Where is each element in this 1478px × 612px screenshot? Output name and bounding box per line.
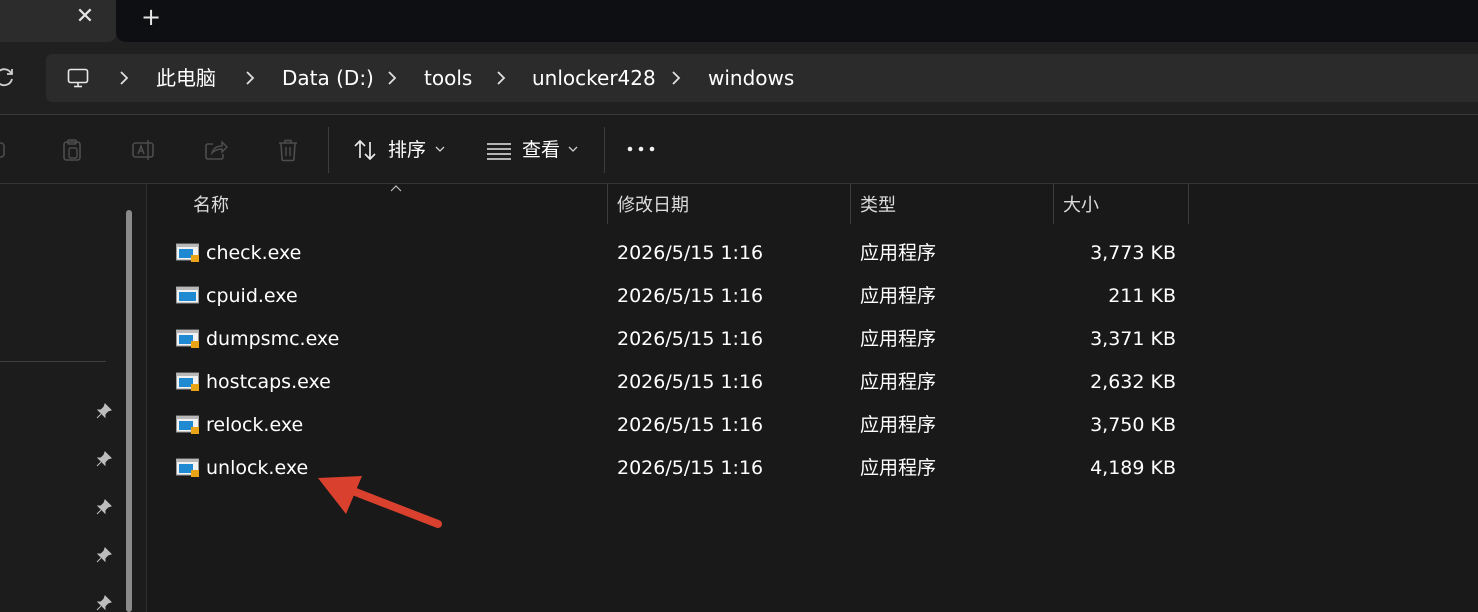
toolbar-separator (604, 127, 605, 173)
file-name: unlock.exe (206, 457, 309, 479)
file-name: cpuid.exe (206, 285, 298, 307)
close-tab-icon[interactable]: ✕ (72, 4, 98, 30)
column-header-modified[interactable]: 修改日期 (617, 194, 689, 218)
file-size: 3,750 KB (1090, 414, 1176, 436)
exe-file-icon (176, 415, 199, 434)
column-divider[interactable] (1053, 184, 1054, 224)
file-name: relock.exe (206, 414, 304, 436)
file-row[interactable]: hostcaps.exe 2026/5/15 1:16 应用程序 2,632 K… (148, 362, 1188, 402)
chevron-right-icon[interactable] (118, 68, 130, 88)
chevron-down-icon (568, 146, 578, 152)
copy-icon[interactable] (0, 137, 12, 163)
file-size: 2,632 KB (1090, 371, 1176, 393)
column-header-size[interactable]: 大小 (1063, 194, 1099, 218)
file-modified: 2026/5/15 1:16 (617, 242, 764, 264)
file-modified: 2026/5/15 1:16 (617, 328, 764, 350)
more-options-icon[interactable] (626, 145, 656, 153)
breadcrumb-windows[interactable]: windows (708, 66, 794, 90)
pin-icon[interactable] (95, 450, 113, 468)
chevron-right-icon[interactable] (244, 68, 256, 88)
exe-file-icon (176, 286, 199, 304)
navigation-pane (0, 184, 147, 612)
exe-file-icon (176, 372, 199, 391)
chevron-right-icon[interactable] (386, 68, 398, 88)
file-row[interactable]: dumpsmc.exe 2026/5/15 1:16 应用程序 3,371 KB (148, 319, 1188, 359)
file-row[interactable]: cpuid.exe 2026/5/15 1:16 应用程序 211 KB (148, 276, 1188, 316)
column-divider[interactable] (850, 184, 851, 224)
tab-bar: ✕ + (0, 0, 1478, 42)
breadcrumb-tools[interactable]: tools (424, 66, 472, 90)
file-row[interactable]: unlock.exe 2026/5/15 1:16 应用程序 4,189 KB (148, 448, 1188, 488)
sort-icon (354, 139, 376, 161)
new-tab-button[interactable]: + (138, 4, 164, 30)
file-row[interactable]: check.exe 2026/5/15 1:16 应用程序 3,773 KB (148, 233, 1188, 273)
chevron-right-icon[interactable] (495, 68, 507, 88)
column-divider[interactable] (607, 184, 608, 224)
share-icon[interactable] (203, 137, 229, 163)
breadcrumb-unlocker428[interactable]: unlocker428 (532, 66, 656, 90)
breadcrumb-data-drive[interactable]: Data (D:) (282, 66, 374, 90)
column-divider[interactable] (1188, 184, 1189, 224)
paste-icon[interactable] (59, 137, 85, 163)
command-bar: 排序 查看 (0, 115, 1478, 183)
rename-icon[interactable] (131, 137, 157, 163)
file-size: 4,189 KB (1090, 457, 1176, 479)
active-tab[interactable]: ✕ (0, 0, 116, 42)
file-modified: 2026/5/15 1:16 (617, 414, 764, 436)
toolbar-separator (328, 127, 329, 173)
file-name: hostcaps.exe (206, 371, 331, 393)
file-modified: 2026/5/15 1:16 (617, 457, 764, 479)
file-modified: 2026/5/15 1:16 (617, 285, 764, 307)
pin-icon[interactable] (95, 594, 113, 612)
view-label: 查看 (522, 139, 561, 161)
file-type: 应用程序 (860, 414, 937, 436)
nav-scrollbar[interactable] (126, 210, 132, 612)
refresh-icon[interactable] (0, 66, 16, 88)
file-type: 应用程序 (860, 242, 937, 264)
file-size: 3,371 KB (1090, 328, 1176, 350)
file-name: check.exe (206, 242, 302, 264)
file-type: 应用程序 (860, 285, 937, 307)
file-size: 211 KB (1108, 285, 1176, 307)
file-type: 应用程序 (860, 457, 937, 479)
breadcrumb-this-pc[interactable]: 此电脑 (156, 66, 216, 90)
this-pc-icon[interactable] (66, 66, 90, 90)
navigation-bar: 此电脑 Data (D:) tools unlocker428 windows (0, 42, 1478, 114)
nav-separator (0, 361, 106, 362)
file-type: 应用程序 (860, 328, 937, 350)
column-header-name[interactable]: 名称 (193, 194, 229, 218)
chevron-right-icon[interactable] (670, 68, 682, 88)
chevron-down-icon (435, 146, 445, 152)
file-row[interactable]: relock.exe 2026/5/15 1:16 应用程序 3,750 KB (148, 405, 1188, 445)
file-name: dumpsmc.exe (206, 328, 340, 350)
annotation-arrow-icon (318, 476, 442, 528)
tab-strip-background (116, 0, 1478, 42)
exe-file-icon (176, 458, 199, 477)
sort-label: 排序 (388, 139, 427, 161)
file-modified: 2026/5/15 1:16 (617, 371, 764, 393)
exe-file-icon (176, 243, 199, 262)
file-type: 应用程序 (860, 371, 937, 393)
pin-icon[interactable] (95, 498, 113, 516)
exe-file-icon (176, 329, 199, 348)
sort-ascending-icon (390, 185, 402, 192)
pin-icon[interactable] (95, 402, 113, 420)
view-lines-icon (487, 143, 511, 160)
address-bar[interactable]: 此电脑 Data (D:) tools unlocker428 windows (46, 54, 1478, 102)
file-size: 3,773 KB (1090, 242, 1176, 264)
delete-icon[interactable] (275, 137, 301, 163)
pin-icon[interactable] (95, 546, 113, 564)
column-header-type[interactable]: 类型 (860, 194, 896, 218)
file-list: 名称 修改日期 类型 大小 check.exe 2026/5/15 1:16 应… (148, 184, 1478, 612)
